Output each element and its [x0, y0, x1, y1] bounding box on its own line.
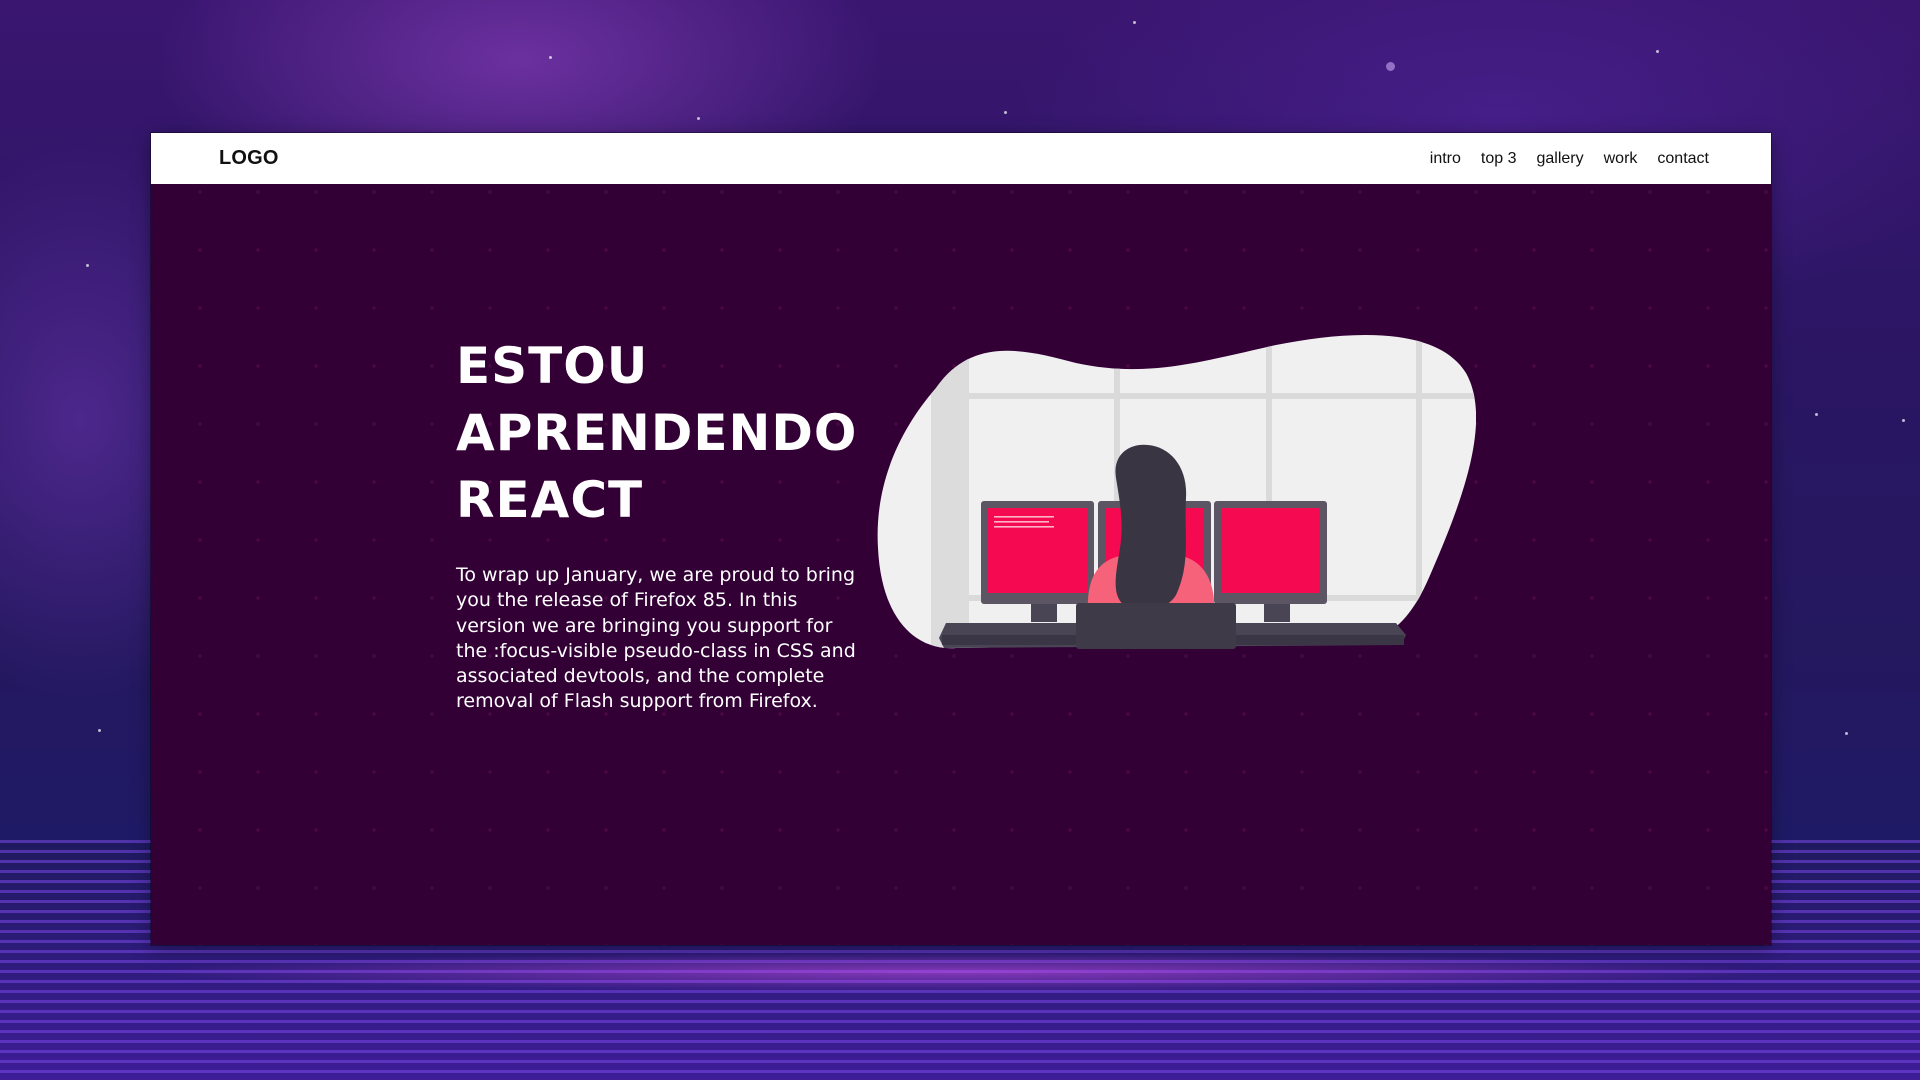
- nav-link-gallery[interactable]: gallery: [1536, 150, 1583, 168]
- background-star: [549, 56, 552, 59]
- woman-at-monitors-illustration: [877, 334, 1476, 649]
- nav-link-work[interactable]: work: [1604, 150, 1638, 168]
- background-star: [1656, 50, 1659, 53]
- background-star: [1386, 62, 1395, 71]
- background-star: [1004, 111, 1007, 114]
- hero-title-line: REACT: [456, 471, 644, 529]
- background-star: [86, 264, 89, 267]
- background-floor-glow: [140, 952, 1780, 992]
- background-star: [697, 117, 700, 120]
- background-star: [98, 729, 101, 732]
- nav-links: intro top 3 gallery work contact: [1410, 150, 1709, 168]
- logo[interactable]: LOGO: [219, 147, 279, 170]
- hero-title: ESTOU APRENDENDO REACT: [456, 333, 876, 534]
- nav-link-top-3[interactable]: top 3: [1481, 150, 1517, 168]
- website-frame: LOGO intro top 3 gallery work contact ES…: [151, 133, 1771, 945]
- hero-title-line: ESTOU: [456, 337, 649, 395]
- hero-paragraph: To wrap up January, we are proud to brin…: [456, 564, 856, 713]
- background-star: [1133, 21, 1136, 24]
- hero-title-line: APRENDENDO: [456, 404, 858, 462]
- navbar: LOGO intro top 3 gallery work contact: [151, 133, 1771, 184]
- nav-link-intro[interactable]: intro: [1430, 150, 1461, 168]
- background-star: [1902, 419, 1905, 422]
- background-star: [1845, 732, 1848, 735]
- background-star: [1815, 413, 1818, 416]
- nav-link-contact[interactable]: contact: [1657, 150, 1709, 168]
